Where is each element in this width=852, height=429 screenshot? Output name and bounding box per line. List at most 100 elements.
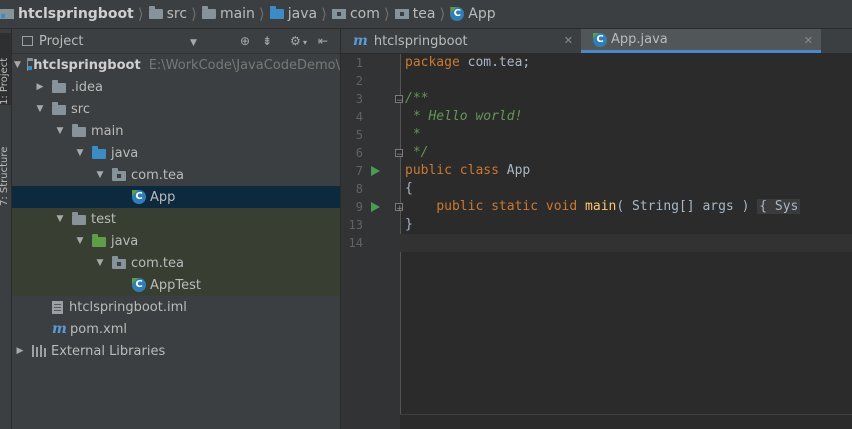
tool-tab-project[interactable]: 1: Project — [0, 33, 11, 105]
folder-icon — [52, 102, 66, 115]
collapse-arrow-icon[interactable]: ▶ — [14, 346, 26, 356]
breadcrumb-separator: ⟩ — [321, 5, 327, 23]
breadcrumb-main[interactable]: main — [201, 0, 255, 28]
chevron-down-icon[interactable]: ▼ — [190, 36, 197, 50]
breadcrumb-separator: ⟩ — [191, 5, 197, 23]
run-gutter-icon[interactable] — [371, 202, 380, 212]
expand-arrow-icon[interactable]: ▼ — [54, 214, 66, 224]
breadcrumb-app[interactable]: C App — [450, 0, 496, 28]
hide-icon[interactable]: ⇤ — [318, 34, 328, 48]
project-icon — [22, 36, 33, 46]
tree-item-test[interactable]: ▼ test — [12, 208, 340, 230]
folder-icon — [72, 124, 86, 137]
source-root-icon — [269, 6, 284, 19]
tree-item-idea[interactable]: ▶ .idea — [12, 76, 340, 98]
tree-item-app[interactable]: C App — [12, 186, 340, 208]
libraries-icon — [32, 345, 46, 357]
editor-tabs: m htclspringboot ✕ C App.java ✕ — [341, 29, 852, 54]
tree-item-apptest[interactable]: C AppTest — [12, 274, 340, 296]
code-line-4: * Hello world! — [405, 109, 523, 124]
tree-item-test-com-tea[interactable]: ▼ com.tea — [12, 252, 340, 274]
expand-arrow-icon[interactable]: ▼ — [14, 60, 21, 70]
expand-arrow-icon[interactable]: ▼ — [74, 148, 86, 158]
test-root-icon — [92, 234, 106, 247]
tree-item-htclspringboot[interactable]: ▼ htclspringboot E:\WorkCode\JavaCodeDem… — [12, 54, 340, 76]
close-icon[interactable]: ✕ — [564, 34, 573, 47]
package-icon — [394, 9, 409, 19]
folder-icon — [148, 6, 163, 19]
tree-item-main-java[interactable]: ▼ java — [12, 142, 340, 164]
java-class-icon: C — [132, 190, 146, 204]
tab-htclspringboot[interactable]: m htclspringboot ✕ — [341, 29, 581, 53]
folded-region[interactable]: { Sys — [757, 199, 801, 214]
java-class-icon: C — [593, 32, 607, 47]
breadcrumb-separator: ⟩ — [258, 5, 265, 23]
line-number: 1 — [355, 56, 363, 70]
run-gutter-icon[interactable] — [371, 166, 380, 176]
package-icon — [112, 168, 126, 181]
line-number: 3 — [355, 92, 363, 106]
collapse-arrow-icon[interactable]: ▶ — [34, 82, 46, 92]
fold-icon[interactable]: − — [395, 149, 404, 160]
code-line-8: { — [405, 181, 413, 196]
expand-arrow-icon[interactable]: ▼ — [94, 170, 106, 180]
folder-icon — [201, 6, 216, 19]
source-root-icon — [92, 146, 106, 159]
collapse-all-icon[interactable]: ⇟ — [262, 34, 272, 48]
fold-icon[interactable]: − — [395, 95, 404, 106]
code-line-7: public class App — [405, 163, 531, 178]
line-number: 6 — [355, 146, 363, 160]
tree-item-main-com-tea[interactable]: ▼ com.tea — [12, 164, 340, 186]
gear-icon[interactable]: ⚙ — [290, 34, 301, 48]
breadcrumb-separator: ⟩ — [383, 5, 390, 23]
tree-item-pom[interactable]: m pom.xml — [12, 318, 340, 340]
iml-file-icon — [52, 300, 63, 314]
breadcrumb-separator: ⟩ — [137, 5, 144, 23]
expand-arrow-icon[interactable]: ▼ — [74, 236, 86, 246]
close-icon[interactable]: ✕ — [804, 34, 813, 47]
project-view-selector[interactable]: Project — [22, 34, 83, 49]
expand-arrow-icon[interactable]: ▼ — [94, 258, 106, 268]
breadcrumb-com[interactable]: com — [331, 0, 380, 28]
unfold-icon[interactable]: + — [395, 203, 404, 214]
line-number: 4 — [355, 110, 363, 124]
tree-item-main[interactable]: ▼ main — [12, 120, 340, 142]
line-number: 8 — [355, 182, 363, 196]
code-line-3: /** — [405, 91, 429, 106]
tree-item-external-libraries[interactable]: ▶ External Libraries — [12, 340, 340, 362]
tool-window-strip: 1: Project 7: Structure — [0, 29, 12, 429]
horizontal-scrollbar[interactable] — [400, 414, 852, 429]
folder-icon — [72, 212, 86, 225]
line-number: 7 — [355, 164, 363, 178]
expand-arrow-icon[interactable]: ▼ — [34, 104, 46, 114]
navigation-bar: htclspringboot ⟩ src ⟩ main ⟩ java ⟩ com… — [0, 0, 852, 29]
code-area[interactable]: package com.tea; /** * Hello world! * */… — [400, 54, 852, 429]
java-class-icon: C — [132, 278, 146, 292]
tree-item-test-java[interactable]: ▼ java — [12, 230, 340, 252]
code-line-14-current — [400, 234, 852, 252]
project-tree: ▼ htclspringboot E:\WorkCode\JavaCodeDem… — [12, 54, 340, 362]
locate-icon[interactable]: ⊕ — [240, 34, 250, 48]
code-line-9: public static void main( String[] args )… — [436, 199, 801, 214]
line-number: 5 — [355, 128, 363, 142]
tool-tab-structure[interactable]: 7: Structure — [0, 121, 11, 206]
project-panel: Project ▼ ⊕ ⇟ ⚙ ▾ ⇤ ▼ htclspringboot E:\… — [12, 29, 341, 429]
java-class-icon: C — [450, 7, 465, 21]
module-folder-icon — [0, 9, 14, 19]
breadcrumb-java[interactable]: java — [269, 0, 317, 28]
breadcrumb-src[interactable]: src — [148, 0, 187, 28]
breadcrumb-project[interactable]: htclspringboot — [0, 0, 134, 28]
gear-dropdown-icon[interactable]: ▾ — [303, 36, 307, 50]
maven-icon: m — [52, 321, 67, 337]
tree-item-src[interactable]: ▼ src — [12, 98, 340, 120]
tab-app-java[interactable]: C App.java ✕ — [581, 29, 821, 53]
code-line-1: package com.tea; — [405, 55, 531, 70]
breadcrumb-tea[interactable]: tea — [394, 0, 435, 28]
package-icon — [331, 9, 346, 19]
maven-icon: m — [353, 33, 368, 49]
expand-arrow-icon[interactable]: ▼ — [54, 126, 66, 136]
breadcrumb-separator: ⟩ — [439, 5, 446, 23]
tree-item-iml[interactable]: htclspringboot.iml — [12, 296, 340, 318]
module-folder-icon — [26, 58, 35, 71]
line-number: 14 — [348, 236, 363, 250]
